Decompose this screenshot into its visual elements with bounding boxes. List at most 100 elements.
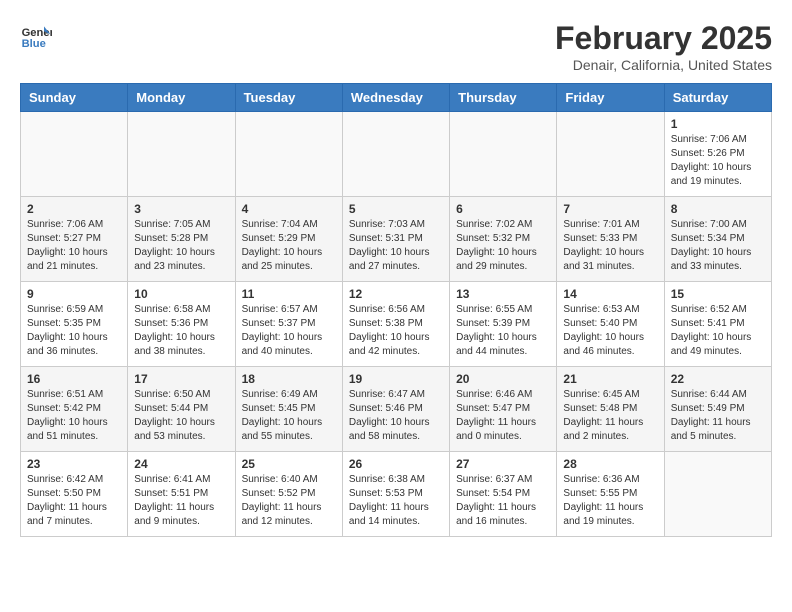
week-row-3: 9 Sunrise: 6:59 AM Sunset: 5:35 PM Daylig… [21,282,772,367]
day-number: 21 [563,372,657,386]
calendar-cell: 19 Sunrise: 6:47 AM Sunset: 5:46 PM Dayli… [342,367,449,452]
day-info: Sunrise: 6:49 AM Sunset: 5:45 PM Dayligh… [242,388,336,444]
calendar-cell [128,112,235,197]
day-number: 12 [349,287,443,301]
day-info: Sunrise: 6:50 AM Sunset: 5:44 PM Dayligh… [134,388,228,444]
day-number: 3 [134,202,228,216]
day-info: Sunrise: 7:06 AM Sunset: 5:27 PM Dayligh… [27,218,121,274]
day-info: Sunrise: 6:45 AM Sunset: 5:48 PM Dayligh… [563,388,657,444]
day-number: 13 [456,287,550,301]
calendar-cell [450,112,557,197]
day-number: 23 [27,457,121,471]
day-info: Sunrise: 6:51 AM Sunset: 5:42 PM Dayligh… [27,388,121,444]
day-number: 10 [134,287,228,301]
day-number: 16 [27,372,121,386]
day-number: 2 [27,202,121,216]
calendar-cell: 11Sunrise: 6:57 AM Sunset: 5:37 PM Dayli… [235,282,342,367]
day-number: 15 [671,287,765,301]
day-info: Sunrise: 6:56 AM Sunset: 5:38 PM Dayligh… [349,303,443,359]
day-info: Sunrise: 6:47 AM Sunset: 5:46 PM Dayligh… [349,388,443,444]
day-number: 9 [27,287,121,301]
calendar-cell: 5 Sunrise: 7:03 AM Sunset: 5:31 PM Daylig… [342,197,449,282]
day-number: 4 [242,202,336,216]
logo-icon: General Blue [20,20,52,52]
day-info: Sunrise: 6:55 AM Sunset: 5:39 PM Dayligh… [456,303,550,359]
calendar-cell [21,112,128,197]
calendar-cell: 14Sunrise: 6:53 AM Sunset: 5:40 PM Dayli… [557,282,664,367]
day-info: Sunrise: 6:38 AM Sunset: 5:53 PM Dayligh… [349,473,443,529]
week-row-1: 1 Sunrise: 7:06 AM Sunset: 5:26 PM Daylig… [21,112,772,197]
day-number: 8 [671,202,765,216]
day-number: 5 [349,202,443,216]
calendar-cell: 28 Sunrise: 6:36 AM Sunset: 5:55 PM Dayli… [557,452,664,537]
day-info: Sunrise: 6:36 AM Sunset: 5:55 PM Dayligh… [563,473,657,529]
day-info: Sunrise: 6:37 AM Sunset: 5:54 PM Dayligh… [456,473,550,529]
day-info: Sunrise: 6:52 AM Sunset: 5:41 PM Dayligh… [671,303,765,359]
day-info: Sunrise: 7:00 AM Sunset: 5:34 PM Dayligh… [671,218,765,274]
calendar-cell: 25 Sunrise: 6:40 AM Sunset: 5:52 PM Dayli… [235,452,342,537]
day-number: 28 [563,457,657,471]
calendar-cell [664,452,771,537]
calendar-cell: 23Sunrise: 6:42 AM Sunset: 5:50 PM Dayli… [21,452,128,537]
calendar-cell: 1 Sunrise: 7:06 AM Sunset: 5:26 PM Daylig… [664,112,771,197]
day-number: 7 [563,202,657,216]
calendar-cell: 18 Sunrise: 6:49 AM Sunset: 5:45 PM Dayli… [235,367,342,452]
weekday-header-wednesday: Wednesday [342,84,449,112]
day-info: Sunrise: 7:01 AM Sunset: 5:33 PM Dayligh… [563,218,657,274]
svg-text:Blue: Blue [22,38,46,50]
day-number: 6 [456,202,550,216]
week-row-5: 23Sunrise: 6:42 AM Sunset: 5:50 PM Dayli… [21,452,772,537]
day-number: 27 [456,457,550,471]
calendar-cell: 17 Sunrise: 6:50 AM Sunset: 5:44 PM Dayli… [128,367,235,452]
calendar-cell: 21 Sunrise: 6:45 AM Sunset: 5:48 PM Dayli… [557,367,664,452]
logo: General Blue [20,20,52,52]
calendar-cell [557,112,664,197]
calendar-cell: 13 Sunrise: 6:55 AM Sunset: 5:39 PM Dayli… [450,282,557,367]
day-info: Sunrise: 7:02 AM Sunset: 5:32 PM Dayligh… [456,218,550,274]
calendar-cell [235,112,342,197]
title-block: February 2025 Denair, California, United… [555,20,772,73]
weekday-header-monday: Monday [128,84,235,112]
day-number: 22 [671,372,765,386]
weekday-header-row: SundayMondayTuesdayWednesdayThursdayFrid… [21,84,772,112]
calendar-cell: 26 Sunrise: 6:38 AM Sunset: 5:53 PM Dayli… [342,452,449,537]
weekday-header-thursday: Thursday [450,84,557,112]
calendar-cell: 2 Sunrise: 7:06 AM Sunset: 5:27 PM Daylig… [21,197,128,282]
day-info: Sunrise: 6:46 AM Sunset: 5:47 PM Dayligh… [456,388,550,444]
day-info: Sunrise: 6:40 AM Sunset: 5:52 PM Dayligh… [242,473,336,529]
day-info: Sunrise: 7:05 AM Sunset: 5:28 PM Dayligh… [134,218,228,274]
day-number: 14 [563,287,657,301]
day-number: 26 [349,457,443,471]
calendar-cell: 6 Sunrise: 7:02 AM Sunset: 5:32 PM Daylig… [450,197,557,282]
month-title: February 2025 [555,20,772,57]
day-info: Sunrise: 7:03 AM Sunset: 5:31 PM Dayligh… [349,218,443,274]
location: Denair, California, United States [555,57,772,73]
day-number: 24 [134,457,228,471]
day-info: Sunrise: 6:59 AM Sunset: 5:35 PM Dayligh… [27,303,121,359]
calendar-cell: 7 Sunrise: 7:01 AM Sunset: 5:33 PM Daylig… [557,197,664,282]
calendar-cell: 16 Sunrise: 6:51 AM Sunset: 5:42 PM Dayli… [21,367,128,452]
day-number: 20 [456,372,550,386]
calendar-cell: 20 Sunrise: 6:46 AM Sunset: 5:47 PM Dayli… [450,367,557,452]
day-number: 18 [242,372,336,386]
calendar-cell: 10 Sunrise: 6:58 AM Sunset: 5:36 PM Dayli… [128,282,235,367]
week-row-4: 16 Sunrise: 6:51 AM Sunset: 5:42 PM Dayli… [21,367,772,452]
day-info: Sunrise: 6:44 AM Sunset: 5:49 PM Dayligh… [671,388,765,444]
day-info: Sunrise: 7:06 AM Sunset: 5:26 PM Dayligh… [671,133,765,189]
weekday-header-saturday: Saturday [664,84,771,112]
day-number: 19 [349,372,443,386]
weekday-header-sunday: Sunday [21,84,128,112]
calendar-cell: 24Sunrise: 6:41 AM Sunset: 5:51 PM Dayli… [128,452,235,537]
calendar-cell [342,112,449,197]
weekday-header-friday: Friday [557,84,664,112]
day-info: Sunrise: 6:57 AM Sunset: 5:37 PM Dayligh… [242,303,336,359]
day-number: 25 [242,457,336,471]
day-info: Sunrise: 7:04 AM Sunset: 5:29 PM Dayligh… [242,218,336,274]
day-number: 1 [671,117,765,131]
calendar-cell: 3 Sunrise: 7:05 AM Sunset: 5:28 PM Daylig… [128,197,235,282]
svg-text:General: General [22,27,52,39]
day-number: 17 [134,372,228,386]
calendar-cell: 22 Sunrise: 6:44 AM Sunset: 5:49 PM Dayli… [664,367,771,452]
day-info: Sunrise: 6:58 AM Sunset: 5:36 PM Dayligh… [134,303,228,359]
calendar-cell: 12 Sunrise: 6:56 AM Sunset: 5:38 PM Dayli… [342,282,449,367]
